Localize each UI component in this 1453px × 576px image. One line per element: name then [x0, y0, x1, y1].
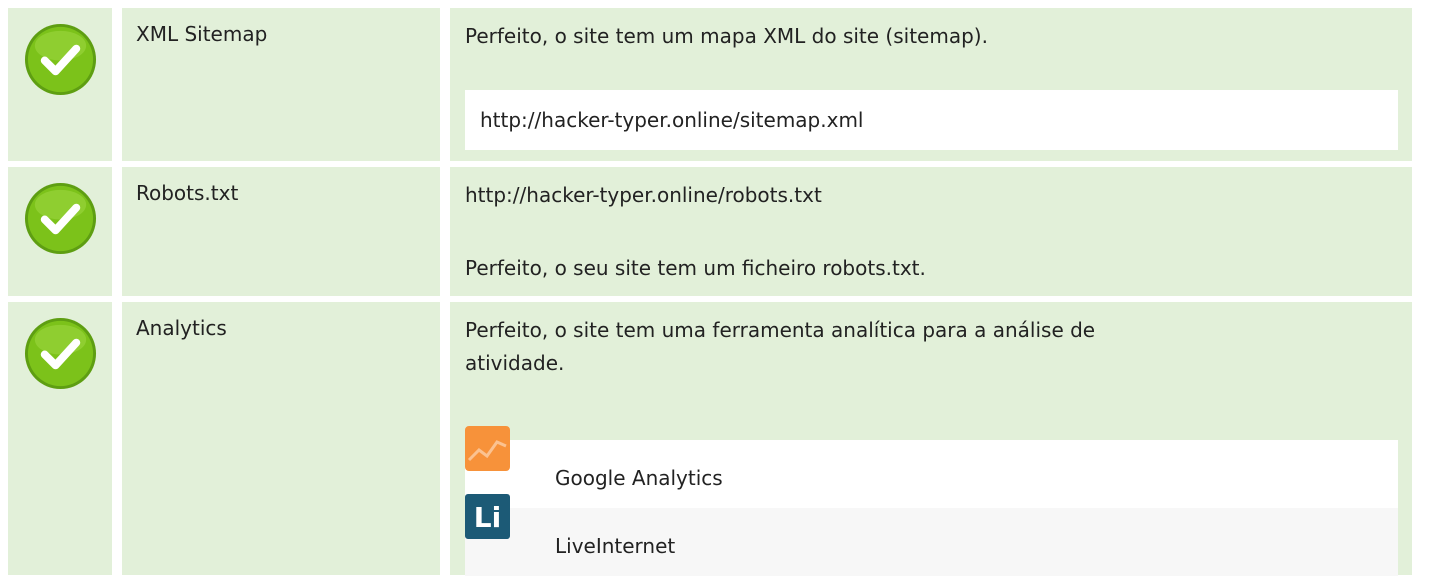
- result-message: Perfeito, o site tem um mapa XML do site…: [465, 24, 988, 48]
- result-message-line1: Perfeito, o site tem uma ferramenta anal…: [465, 318, 1096, 342]
- analytics-tool-item: Google Analytics: [465, 426, 1398, 508]
- liveinternet-icon-text: Li: [474, 501, 501, 534]
- status-cell: [8, 167, 112, 296]
- check-name: Robots.txt: [122, 167, 440, 296]
- check-detail: http://hacker-typer.online/robots.txt Pe…: [450, 167, 1412, 296]
- robots-url: http://hacker-typer.online/robots.txt: [465, 183, 822, 207]
- status-cell: [8, 8, 112, 161]
- sitemap-url: http://hacker-typer.online/sitemap.xml: [465, 90, 1398, 150]
- check-detail: Perfeito, o site tem um mapa XML do site…: [450, 8, 1412, 161]
- tool-label: Google Analytics: [555, 466, 723, 490]
- seo-checks-table: XML Sitemap Perfeito, o site tem um mapa…: [0, 0, 1453, 576]
- check-icon: [24, 182, 97, 255]
- check-detail: Perfeito, o site tem uma ferramenta anal…: [450, 302, 1412, 576]
- result-message-line2: atividade.: [465, 351, 565, 375]
- check-icon: [24, 23, 97, 96]
- tool-label: LiveInternet: [555, 534, 676, 558]
- google-analytics-icon: [465, 426, 510, 471]
- check-name: Analytics: [122, 302, 440, 575]
- liveinternet-icon: Li: [465, 494, 510, 539]
- analytics-tool-item: Li LiveInternet: [465, 494, 1398, 576]
- check-icon: [24, 317, 97, 390]
- check-name: XML Sitemap: [122, 8, 440, 161]
- status-cell: [8, 302, 112, 575]
- result-message: Perfeito, o seu site tem um ficheiro rob…: [465, 256, 926, 280]
